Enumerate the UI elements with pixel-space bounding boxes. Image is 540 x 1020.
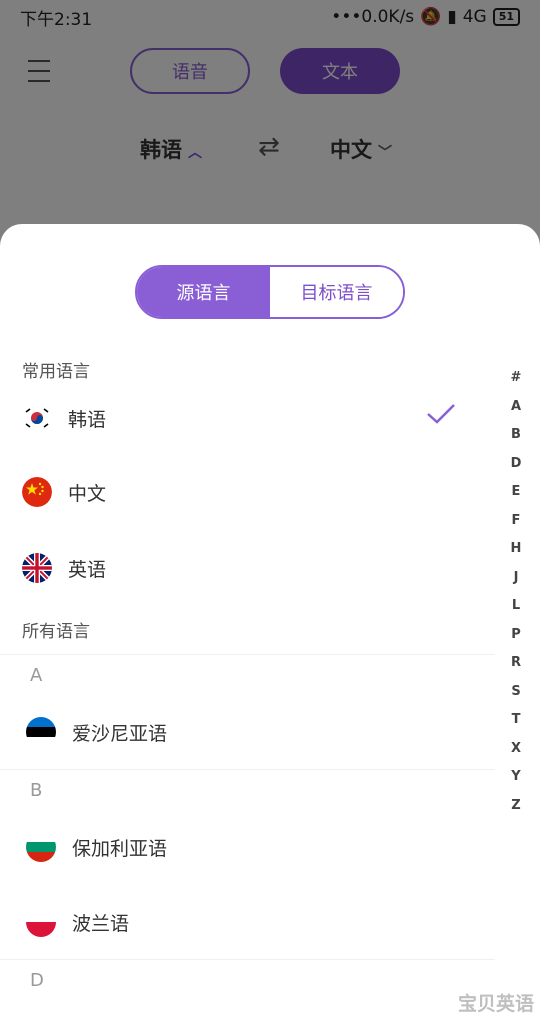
index-letter[interactable]: H (511, 535, 522, 564)
divider (0, 959, 495, 960)
language-picker-sheet: 源语言 目标语言 常用语言 韩语 中文 英语 所有语言 A 爱沙尼亚语 B 保加… (0, 224, 540, 1020)
divider (0, 654, 495, 655)
index-letter[interactable]: F (512, 507, 521, 536)
index-letter[interactable]: Z (511, 792, 520, 821)
language-label: 韩语 (68, 408, 107, 431)
language-label: 英语 (68, 558, 107, 581)
index-letter[interactable]: X (511, 735, 521, 764)
estonia-flag-icon (26, 717, 56, 747)
index-letter[interactable]: L (512, 592, 520, 621)
letter-header-d: D (30, 970, 44, 991)
language-label: 保加利亚语 (72, 837, 168, 860)
language-label: 中文 (68, 482, 107, 505)
common-languages-title: 常用语言 (22, 362, 90, 382)
index-letter[interactable]: A (511, 393, 521, 422)
tab-source-language[interactable]: 源语言 (137, 267, 270, 317)
index-letter[interactable]: J (514, 564, 519, 593)
all-languages-title: 所有语言 (22, 622, 90, 642)
index-letter[interactable]: Y (511, 763, 520, 792)
index-letter[interactable]: S (511, 678, 520, 707)
alphabet-index[interactable]: # A B D E F H J L P R S T X Y Z (509, 364, 523, 820)
language-item-estonian[interactable]: 爱沙尼亚语 (0, 702, 500, 762)
uk-flag-icon (22, 553, 52, 583)
china-flag-icon (22, 477, 52, 507)
index-letter[interactable]: # (511, 364, 522, 393)
bulgaria-flag-icon (26, 832, 56, 862)
index-letter[interactable]: P (511, 621, 521, 650)
language-role-toggle: 源语言 目标语言 (135, 265, 405, 319)
checkmark-icon (426, 402, 456, 430)
index-letter[interactable]: T (512, 706, 521, 735)
tab-target-language[interactable]: 目标语言 (270, 267, 403, 317)
index-letter[interactable]: E (512, 478, 521, 507)
watermark: 宝贝英语 (457, 993, 534, 1015)
index-letter[interactable]: D (511, 450, 522, 479)
language-label: 爱沙尼亚语 (72, 722, 168, 745)
language-item-polish[interactable]: 波兰语 (0, 892, 500, 952)
index-letter[interactable]: B (511, 421, 521, 450)
poland-flag-icon (26, 907, 56, 937)
korea-flag-icon (22, 403, 52, 433)
language-item-chinese[interactable]: 中文 (0, 462, 500, 522)
letter-header-b: B (30, 780, 43, 801)
language-item-bulgarian[interactable]: 保加利亚语 (0, 817, 500, 877)
index-letter[interactable]: R (511, 649, 521, 678)
language-item-korean[interactable]: 韩语 (0, 388, 500, 448)
divider (0, 769, 495, 770)
letter-header-a: A (30, 665, 43, 686)
language-label: 波兰语 (72, 912, 130, 935)
language-item-english[interactable]: 英语 (0, 538, 500, 598)
